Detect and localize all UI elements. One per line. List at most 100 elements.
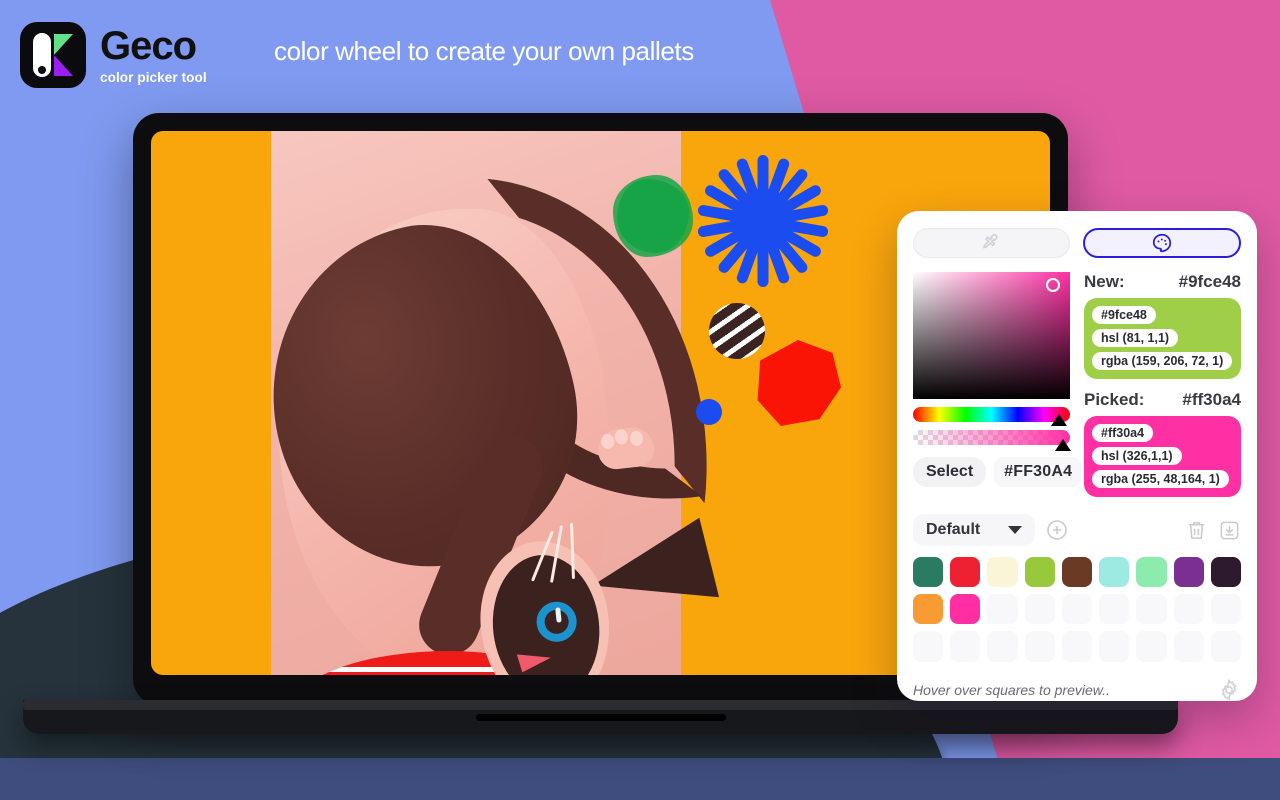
palette-swatch-empty[interactable] [1024,631,1055,662]
palette-swatch-empty[interactable] [1061,631,1093,662]
palette-swatch-empty[interactable] [987,631,1018,662]
palette-swatch-empty[interactable] [913,631,944,662]
blue-dot-shape [696,399,722,425]
background-navy-strip [0,758,1280,800]
cat-eye-upper [534,599,579,644]
alpha-slider[interactable] [913,430,1070,445]
picked-color-chip-rgba: rgba (255, 48,164, 1) [1092,470,1229,488]
logo-green-triangle [54,34,73,55]
picker-controls: Select #FF30A4 [913,272,1083,497]
new-color-chip-hsl: hsl (81, 1,1) [1092,329,1179,347]
picked-color-chip-hex: #ff30a4 [1092,424,1154,442]
palette-swatch[interactable] [913,594,944,625]
laptop-notch [475,714,726,721]
eyedropper-tab[interactable] [913,228,1070,258]
palette-select[interactable]: Default [913,514,1035,546]
download-icon [1220,521,1239,539]
picked-color-label: Picked: [1084,390,1145,409]
color-picker-panel: Select #FF30A4 New: #9fce48 #9fce48 hsl … [897,211,1257,702]
eyedropper-icon [983,233,998,249]
palette-swatch-empty[interactable] [1136,631,1167,662]
palette-swatch-empty[interactable] [1099,631,1130,662]
palette-grid [913,557,1242,662]
new-color-chip-hex: #9fce48 [1092,306,1156,324]
palette-swatch[interactable] [1136,557,1167,588]
new-color-card[interactable]: #9fce48 hsl (81, 1,1) rgba (159, 206, 72… [1084,298,1241,379]
geco-logo-icon [20,22,86,88]
gear-icon [1221,678,1237,702]
striped-circle-shape [709,303,765,359]
logo-dot-shape [38,66,46,74]
trash-icon [1188,521,1205,539]
picker-tabs [913,228,1241,258]
new-color-block: New: #9fce48 #9fce48 hsl (81, 1,1) rgba … [1084,272,1241,379]
picker-body: Select #FF30A4 New: #9fce48 #9fce48 hsl … [913,272,1241,497]
palette-tab[interactable] [1082,228,1241,258]
logo-purple-triangle [54,55,73,76]
saturation-value-cursor[interactable] [1046,278,1060,292]
new-color-header: New: #9fce48 [1084,272,1241,292]
palette-swatch[interactable] [913,557,944,588]
picker-readout: New: #9fce48 #9fce48 hsl (81, 1,1) rgba … [1084,272,1241,497]
alpha-slider-row [913,430,1071,451]
palette-swatch-empty[interactable] [1173,631,1204,662]
alpha-slider-thumb[interactable] [1055,439,1071,451]
picked-color-header: Picked: #ff30a4 [1084,390,1241,410]
brand-text: Geco color picker tool [100,26,207,85]
palette-swatch[interactable] [1099,557,1130,588]
brand-logo: Geco color picker tool [20,22,207,88]
hue-slider-row [913,407,1070,426]
page-header: Geco color picker tool color wheel to cr… [0,0,1280,110]
download-palette-button[interactable] [1218,519,1241,542]
palette-swatch[interactable] [1210,557,1242,588]
brand-name: Geco [100,23,197,68]
palette-swatch-empty[interactable] [1136,594,1167,625]
laptop-base [23,700,1178,734]
palette-swatch[interactable] [987,557,1018,588]
picked-color-block: Picked: #ff30a4 #ff30a4 hsl (326,1,1) rg… [1084,390,1241,497]
select-row: Select #FF30A4 [913,457,1083,487]
palette-swatch[interactable] [1173,557,1204,588]
palette-swatch-empty[interactable] [1024,594,1055,625]
palette-hint: Hover over squares to preview.. [913,681,1110,698]
palette-icon [1152,233,1171,253]
palette-swatch-empty[interactable] [1099,594,1130,625]
blue-starburst-shape [693,151,833,291]
delete-palette-button[interactable] [1185,519,1208,542]
add-palette-button[interactable] [1045,518,1069,542]
cat-eye-lower [536,674,581,675]
screenshot-stage: Geco color picker tool color wheel to cr… [0,0,1280,800]
picker-footer: Hover over squares to preview.. [913,678,1241,702]
hex-input[interactable]: #FF30A4 [994,457,1083,487]
palette-swatch-empty[interactable] [1210,631,1242,662]
new-color-chip-rgba: rgba (159, 206, 72, 1) [1092,352,1233,370]
picked-color-card[interactable]: #ff30a4 hsl (326,1,1) rgba (255, 48,164,… [1084,416,1241,497]
select-button[interactable]: Select [913,457,987,487]
cat-nose [517,654,551,672]
new-color-hex: #9fce48 [1178,272,1241,291]
palette-swatch[interactable] [1061,557,1093,588]
palette-swatch-empty[interactable] [1210,594,1242,625]
palette-swatch-empty[interactable] [1061,594,1093,625]
green-blob-shape [613,175,693,257]
page-tagline: color wheel to create your own pallets [274,36,694,66]
cat-face-mask [485,549,607,675]
picked-color-chip-hsl: hsl (326,1,1) [1092,447,1182,465]
palette-swatch-empty[interactable] [950,631,981,662]
new-color-label: New: [1084,272,1125,291]
hue-slider-thumb[interactable] [1051,414,1067,426]
palette-swatch-empty[interactable] [987,594,1018,625]
chevron-down-icon [1008,526,1022,534]
saturation-value-area[interactable] [913,272,1070,399]
plus-circle-icon [1047,520,1067,540]
brand-subtitle: color picker tool [100,69,207,85]
palette-toolbar: Default [913,514,1241,546]
palette-select-value: Default [926,521,981,538]
palette-swatch[interactable] [1024,557,1055,588]
picked-color-hex: #ff30a4 [1182,390,1241,409]
palette-swatch-empty[interactable] [1173,594,1204,625]
settings-button[interactable] [1217,678,1241,702]
palette-swatch[interactable] [950,594,981,625]
hue-slider[interactable] [913,407,1070,422]
palette-swatch[interactable] [950,557,981,588]
